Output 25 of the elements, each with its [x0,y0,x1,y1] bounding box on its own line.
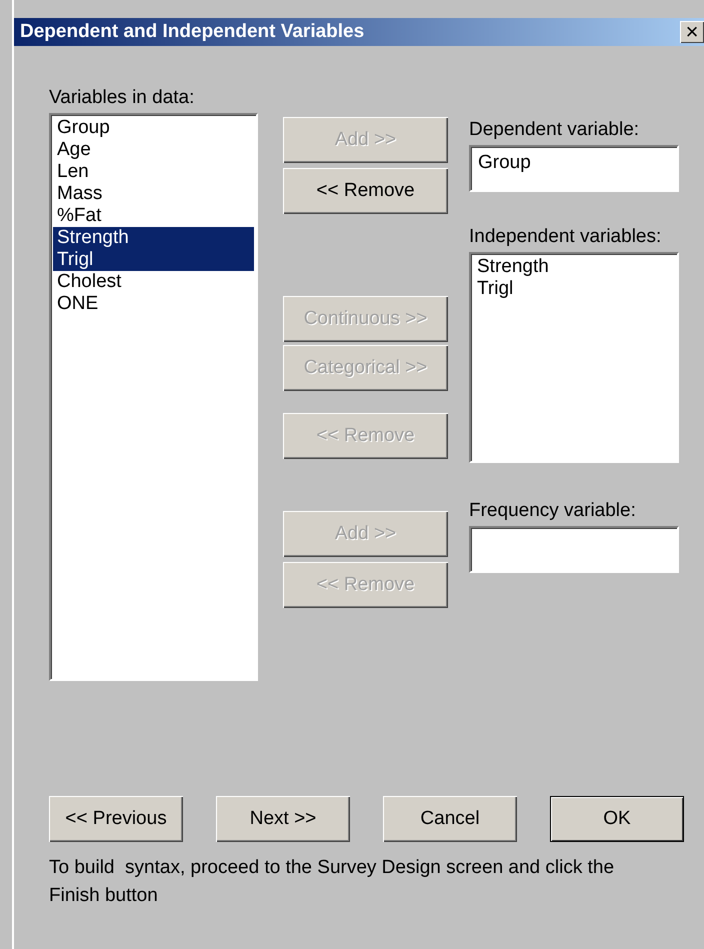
variable-item[interactable]: ONE [53,293,254,315]
variable-item[interactable]: Cholest [53,271,254,293]
field-label: Dependent variable: [469,119,640,141]
footer-button[interactable]: Next >> [216,796,350,842]
help-text: To build syntax, proceed to the Survey Design screen and click the Finish button [48,856,616,908]
window-title: Dependent and Independent Variables [20,21,364,43]
variable-item[interactable]: Age [53,139,254,161]
frequency-field[interactable] [469,526,679,573]
variable-item[interactable]: Strength [53,227,254,249]
variable-item[interactable]: Trigl [473,278,675,300]
variable-item[interactable]: Strength [473,256,675,278]
dependent-field[interactable]: Group [469,145,679,192]
variable-item[interactable]: %Fat [53,205,254,227]
list-label: Independent variables: [469,226,662,248]
action-button[interactable]: << Remove [283,168,448,214]
close-button[interactable]: × [680,21,704,43]
variable-item[interactable]: Mass [53,183,254,205]
field-label: Frequency variable: [469,500,637,522]
list-label: Variables in data: [49,87,194,109]
variable-item[interactable]: Group [53,117,254,139]
footer-button[interactable]: OK [550,796,684,842]
variable-item[interactable]: Trigl [53,249,254,271]
footer-button[interactable]: Cancel [383,796,517,842]
footer-button[interactable]: << Previous [49,796,183,842]
variable-item[interactable]: Len [53,161,254,183]
